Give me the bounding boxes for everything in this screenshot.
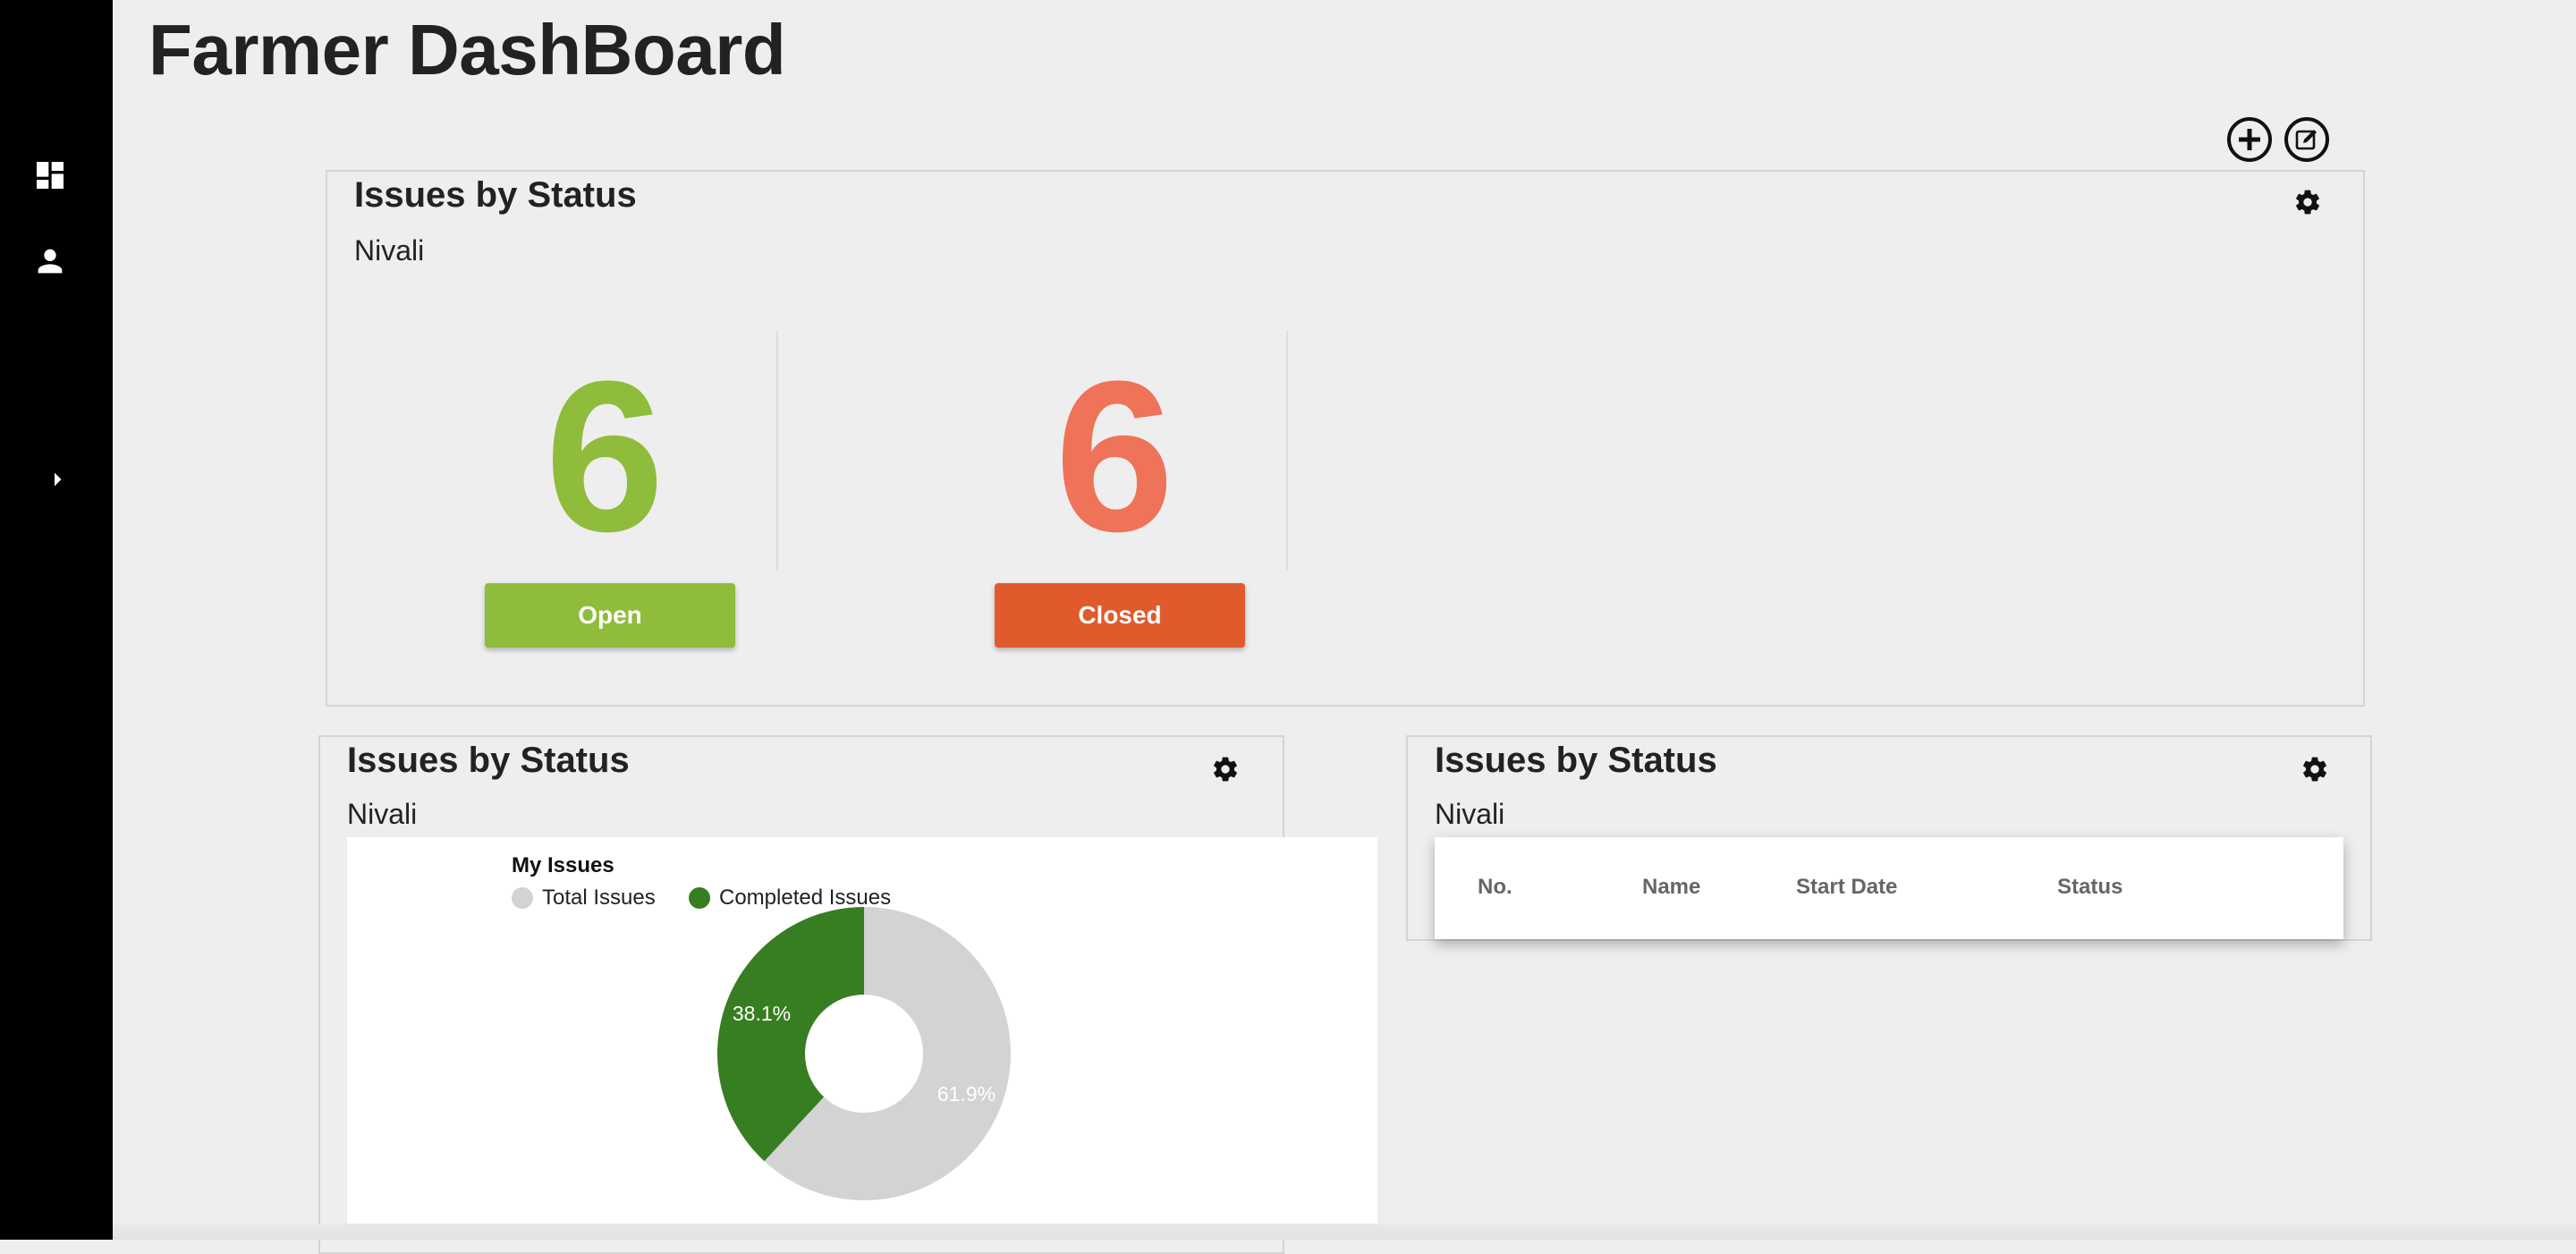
add-button[interactable] <box>2227 117 2272 162</box>
card-subtitle: Nivali <box>354 234 425 267</box>
add-circle-icon <box>2239 129 2260 150</box>
divider <box>776 331 778 571</box>
page-title: Farmer DashBoard <box>148 10 786 89</box>
sidebar <box>0 0 113 1240</box>
column-header[interactable]: No. <box>1478 875 1513 900</box>
divider <box>1286 331 1288 571</box>
slice-label: 61.9% <box>937 1082 996 1106</box>
donut-chart: 61.9% 38.1% <box>717 907 1011 1200</box>
column-header[interactable]: Start Date <box>1796 875 1897 900</box>
settings-gear-icon[interactable] <box>2293 188 2322 216</box>
card-subtitle: Nivali <box>347 798 418 830</box>
status-card: Issues by Status Nivali 6 Open 6 Closed <box>326 170 2365 707</box>
open-button[interactable]: Open <box>485 583 735 648</box>
bottom-bar <box>113 1224 2576 1240</box>
open-count: 6 <box>545 336 665 576</box>
chart-panel: My Issues Total Issues Completed Issues … <box>347 837 1377 1240</box>
card-title: Issues by Status <box>354 175 637 215</box>
card-title: Issues by Status <box>347 741 630 780</box>
closed-count: 6 <box>1055 336 1174 576</box>
settings-gear-icon[interactable] <box>1211 755 1240 784</box>
card-subtitle: Nivali <box>1435 798 1505 830</box>
person-icon[interactable] <box>32 243 68 279</box>
edit-icon <box>2295 130 2317 150</box>
column-header[interactable]: Name <box>1642 875 1700 900</box>
slice-label: 38.1% <box>733 1002 791 1025</box>
card-title: Issues by Status <box>1435 741 1717 780</box>
chevron-right-icon[interactable] <box>41 463 73 496</box>
issues-table: No. Name Start Date Status <box>1435 837 2343 939</box>
column-header[interactable]: Status <box>2057 875 2123 900</box>
closed-button[interactable]: Closed <box>995 583 1245 648</box>
settings-gear-icon[interactable] <box>2301 755 2329 784</box>
dashboard-icon[interactable] <box>32 157 68 193</box>
edit-button[interactable] <box>2284 117 2329 162</box>
